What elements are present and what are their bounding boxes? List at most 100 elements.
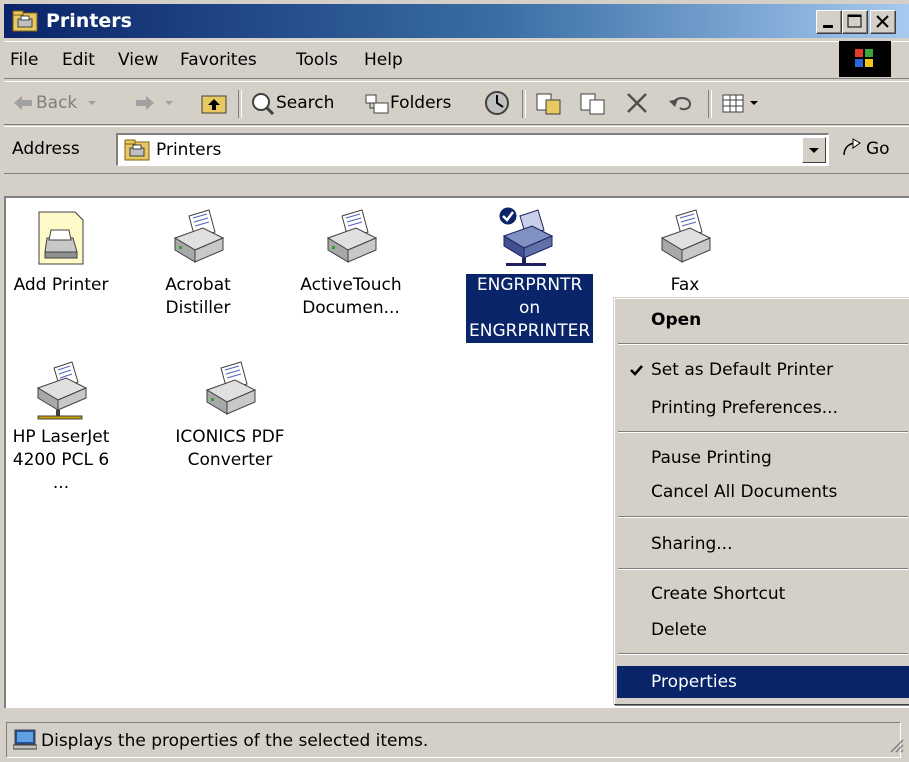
go-arrow-icon [843,138,861,156]
menu-item-sharing[interactable]: Sharing... [617,528,909,560]
close-button[interactable] [870,10,896,34]
checkmark-icon [630,365,643,376]
printer-label: ActiveTouch Documen... [296,268,406,320]
close-icon [876,15,889,28]
views-button[interactable] [720,88,760,118]
delete-button[interactable] [624,88,650,118]
folder-up-icon [201,95,227,114]
menu-item-pause-printing[interactable]: Pause Printing [617,442,909,474]
minimize-icon [823,25,833,28]
menu-favorites[interactable]: Favorites [180,48,257,72]
printer-label: HP LaserJet 4200 PCL 6 ... [6,422,116,495]
copy-to-icon [580,93,605,115]
menu-separator [618,653,908,655]
menu-file[interactable]: File [10,48,38,72]
printer-item-fax[interactable]: Fax [630,208,740,297]
network-printer-icon [36,361,88,420]
address-value: Printers [156,140,222,160]
printers-folder-icon [124,139,150,161]
resize-grip-icon[interactable] [887,736,905,754]
views-dropdown-icon [750,101,758,105]
undo-button[interactable] [666,88,696,118]
printer-item-iconics-pdf[interactable]: ICONICS PDF Converter [166,360,294,472]
printer-label: ICONICS PDF Converter [166,420,294,472]
printer-icon [173,209,225,263]
back-arrow-icon [14,96,32,110]
item-label-line: Documen... [302,298,400,318]
menu-item-cancel-all[interactable]: Cancel All Documents [617,476,909,508]
title-bar[interactable]: Printers [4,4,909,38]
copy-to-button[interactable] [578,88,608,118]
address-label: Address [12,139,80,159]
printer-item-acrobat-distiller[interactable]: Acrobat Distiller [143,208,253,320]
chevron-down-icon [809,148,819,153]
printer-item-engrprntr[interactable]: ENGRPRNTR on ENGRPRINTER [466,206,594,343]
history-button[interactable] [482,88,512,118]
search-button[interactable]: Search [250,88,334,118]
printers-window: Printers File Edit View Favorites Tools … [0,0,909,762]
menu-separator [618,568,908,570]
printer-label: Fax [630,268,740,297]
status-panel: Displays the properties of the selected … [6,722,901,758]
menu-item-label: Set as Default Printer [651,360,834,380]
menu-tools[interactable]: Tools [296,48,338,72]
menu-item-create-shortcut[interactable]: Create Shortcut [617,578,909,610]
delete-x-icon [627,93,647,113]
address-bar: Address Printers Go [4,126,909,174]
address-input[interactable]: Printers [116,133,829,166]
item-label-line: ActiveTouch [300,275,402,295]
minimize-button[interactable] [816,10,842,34]
menu-item-printing-preferences[interactable]: Printing Preferences... [617,392,909,424]
address-dropdown-button[interactable] [802,137,826,163]
search-icon [252,93,275,115]
item-label-line: Add Printer [13,275,109,295]
move-to-icon [536,93,561,115]
back-label: Back [36,93,78,113]
back-button[interactable]: Back [12,88,101,118]
forward-button[interactable] [134,88,178,118]
printer-label: ENGRPRNTR on ENGRPRINTER [466,274,594,343]
item-label-line: ENGRPRNTR [476,275,583,295]
item-label-line: 4200 PCL 6 ... [12,450,110,493]
printer-item-activetouch[interactable]: ActiveTouch Documen... [296,208,406,320]
menu-item-open[interactable]: Open [617,304,909,336]
undo-icon [669,97,692,111]
item-label-line: Converter [187,450,273,470]
search-label: Search [276,93,335,113]
item-label-line: ICONICS PDF [175,427,285,447]
folders-button[interactable]: Folders [364,88,451,118]
menu-edit[interactable]: Edit [62,48,95,72]
window-title: Printers [46,10,132,32]
item-label-line: Acrobat [165,275,231,295]
menu-item-delete[interactable]: Delete [617,614,909,646]
context-menu: Open Set as Default Printer Printing Pre… [613,297,909,704]
printer-label: Acrobat Distiller [143,268,253,320]
status-text: Displays the properties of the selected … [41,731,429,751]
views-grid-icon [722,94,744,113]
menu-item-set-default[interactable]: Set as Default Printer [617,354,909,386]
go-button[interactable]: Go [840,135,890,163]
item-label-line: Distiller [165,298,231,318]
menu-separator [618,431,908,433]
go-label: Go [866,139,890,159]
printer-item-add-printer[interactable]: Add Printer [6,208,116,297]
menu-bar: File Edit View Favorites Tools Help [4,41,909,79]
menu-item-properties[interactable]: Properties [617,666,909,698]
up-button[interactable] [200,88,228,118]
fax-printer-icon [660,209,712,263]
windows-logo-icon [839,41,891,77]
add-printer-icon [38,211,84,265]
forward-dropdown-icon [165,101,173,105]
network-default-printer-icon [498,206,554,266]
menu-view[interactable]: View [118,48,158,72]
maximize-button[interactable] [842,10,868,34]
printer-icon [205,361,257,415]
maximize-icon [847,14,862,28]
printer-item-hp-laserjet[interactable]: HP LaserJet 4200 PCL 6 ... [6,360,116,495]
item-label-line: Fax [670,275,700,295]
item-label-line: HP LaserJet [12,427,110,447]
printer-icon [326,209,378,263]
menu-help[interactable]: Help [364,48,403,72]
move-to-button[interactable] [534,88,564,118]
menu-separator [618,516,908,518]
